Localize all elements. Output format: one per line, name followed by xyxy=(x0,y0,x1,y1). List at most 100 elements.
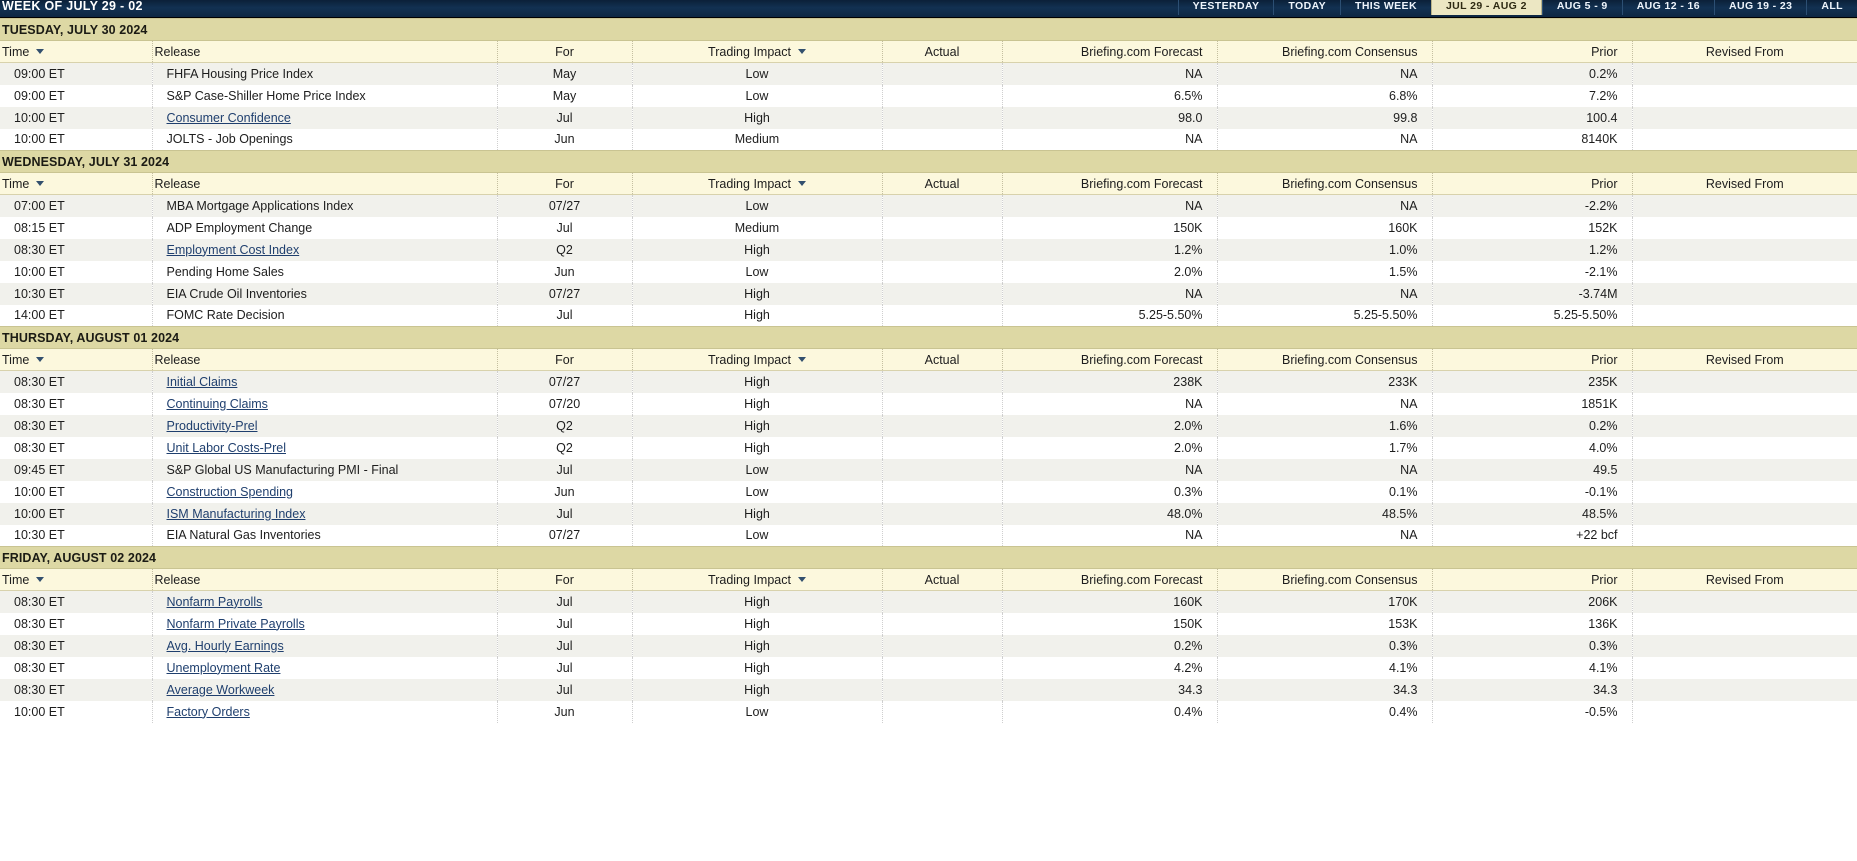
day-header-row: WEDNESDAY, JULY 31 2024 xyxy=(0,150,1857,173)
chevron-down-icon[interactable] xyxy=(36,576,45,582)
release-link[interactable]: Unit Labor Costs-Prel xyxy=(167,441,287,455)
release-link[interactable]: Productivity-Prel xyxy=(167,419,258,433)
column-header-time[interactable]: Time xyxy=(0,172,153,195)
release-link[interactable]: Initial Claims xyxy=(167,375,238,389)
chevron-down-icon[interactable] xyxy=(797,576,806,582)
cell-release[interactable]: Employment Cost Index xyxy=(152,238,498,261)
cell-forecast: 4.2% xyxy=(1002,656,1218,679)
cell-actual xyxy=(882,612,1003,635)
cell-for: Jul xyxy=(497,106,633,129)
table-row: 10:30 ET EIA Crude Oil Inventories 07/27 Hi… xyxy=(0,282,1857,305)
cell-consensus: NA xyxy=(1217,524,1433,547)
day-header-row: FRIDAY, AUGUST 02 2024 xyxy=(0,546,1857,569)
cell-consensus: NA xyxy=(1217,128,1433,151)
cell-actual xyxy=(882,260,1003,283)
cell-release[interactable]: Initial Claims xyxy=(152,370,498,393)
column-header-impact[interactable]: Trading Impact xyxy=(632,172,883,195)
release-link[interactable]: Consumer Confidence xyxy=(167,111,291,125)
cell-time: 14:00 ET xyxy=(0,304,153,327)
cell-release[interactable]: Factory Orders xyxy=(152,700,498,723)
cell-prior: 0.2% xyxy=(1432,414,1633,437)
chevron-down-icon[interactable] xyxy=(36,356,45,362)
cell-time: 09:00 ET xyxy=(0,62,153,85)
column-header-time[interactable]: Time xyxy=(0,40,153,63)
cell-consensus: 233K xyxy=(1217,370,1433,393)
release-link[interactable]: Construction Spending xyxy=(167,485,293,499)
table-row: 08:15 ET ADP Employment Change Jul Medium 15… xyxy=(0,216,1857,239)
cell-revised xyxy=(1632,436,1857,459)
table-row: 10:30 ET EIA Natural Gas Inventories 07/27… xyxy=(0,524,1857,547)
cell-release[interactable]: Average Workweek xyxy=(152,678,498,701)
column-header-revised: Revised From xyxy=(1632,172,1857,195)
cell-actual xyxy=(882,458,1003,481)
column-header-impact[interactable]: Trading Impact xyxy=(632,568,883,591)
cell-time: 10:30 ET xyxy=(0,282,153,305)
day-header-label: WEDNESDAY, JULY 31 2024 xyxy=(0,150,1857,173)
cell-release[interactable]: ISM Manufacturing Index xyxy=(152,502,498,525)
chevron-down-icon[interactable] xyxy=(36,48,45,54)
cell-actual xyxy=(882,502,1003,525)
chevron-down-icon[interactable] xyxy=(36,180,45,186)
release-link[interactable]: Average Workweek xyxy=(167,683,275,697)
cell-actual xyxy=(882,634,1003,657)
cell-actual xyxy=(882,370,1003,393)
column-header-impact[interactable]: Trading Impact xyxy=(632,348,883,371)
cell-release[interactable]: Avg. Hourly Earnings xyxy=(152,634,498,657)
cell-release[interactable]: Consumer Confidence xyxy=(152,106,498,129)
column-header-prior: Prior xyxy=(1432,568,1633,591)
cell-prior: -2.1% xyxy=(1432,260,1633,283)
column-header-row: Time Release For Trading Impact Actual Briefi… xyxy=(0,568,1857,591)
nav-week-4[interactable]: AUG 5 - 9 xyxy=(1541,0,1622,15)
cell-forecast: 34.3 xyxy=(1002,678,1218,701)
cell-consensus: 170K xyxy=(1217,590,1433,613)
cell-prior: 49.5 xyxy=(1432,458,1633,481)
nav-week-2[interactable]: THIS WEEK xyxy=(1340,0,1431,15)
chevron-down-icon[interactable] xyxy=(797,356,806,362)
column-header-time[interactable]: Time xyxy=(0,568,153,591)
cell-actual xyxy=(882,590,1003,613)
nav-week-1[interactable]: TODAY xyxy=(1273,0,1340,15)
release-link[interactable]: Nonfarm Payrolls xyxy=(167,595,263,609)
nav-week-7[interactable]: ALL xyxy=(1806,0,1857,15)
nav-week-5[interactable]: AUG 12 - 16 xyxy=(1621,0,1714,15)
cell-impact: High xyxy=(632,436,883,459)
cell-release[interactable]: Unit Labor Costs-Prel xyxy=(152,436,498,459)
cell-release[interactable]: Productivity-Prel xyxy=(152,414,498,437)
release-link[interactable]: Nonfarm Private Payrolls xyxy=(167,617,305,631)
chevron-down-icon[interactable] xyxy=(797,180,806,186)
cell-impact: High xyxy=(632,612,883,635)
column-header-row: Time Release For Trading Impact Actual Briefi… xyxy=(0,40,1857,63)
nav-week-0[interactable]: YESTERDAY xyxy=(1177,0,1274,15)
cell-actual xyxy=(882,436,1003,459)
column-header-consensus: Briefing.com Consensus xyxy=(1217,348,1433,371)
chevron-down-icon[interactable] xyxy=(797,48,806,54)
release-link[interactable]: Avg. Hourly Earnings xyxy=(167,639,284,653)
cell-prior: 4.1% xyxy=(1432,656,1633,679)
release-link[interactable]: Unemployment Rate xyxy=(167,661,281,675)
cell-forecast: 5.25-5.50% xyxy=(1002,304,1218,327)
release-link[interactable]: Employment Cost Index xyxy=(167,243,300,257)
column-header-time[interactable]: Time xyxy=(0,348,153,371)
table-row: 14:00 ET FOMC Rate Decision Jul High 5.25-5.… xyxy=(0,304,1857,327)
cell-actual xyxy=(882,106,1003,129)
cell-release[interactable]: Nonfarm Payrolls xyxy=(152,590,498,613)
release-link[interactable]: ISM Manufacturing Index xyxy=(167,507,306,521)
cell-for: Jul xyxy=(497,216,633,239)
release-link[interactable]: Continuing Claims xyxy=(167,397,268,411)
cell-release[interactable]: Nonfarm Private Payrolls xyxy=(152,612,498,635)
column-header-row: Time Release For Trading Impact Actual Briefi… xyxy=(0,348,1857,371)
cell-release[interactable]: Construction Spending xyxy=(152,480,498,503)
cell-consensus: 99.8 xyxy=(1217,106,1433,129)
cell-impact: High xyxy=(632,282,883,305)
release-link[interactable]: Factory Orders xyxy=(167,705,250,719)
nav-week-3[interactable]: JUL 29 - AUG 2 xyxy=(1430,0,1542,15)
cell-release: EIA Crude Oil Inventories xyxy=(152,282,498,305)
column-header-row: Time Release For Trading Impact Actual Briefi… xyxy=(0,172,1857,195)
cell-release[interactable]: Continuing Claims xyxy=(152,392,498,415)
day-header-label: THURSDAY, AUGUST 01 2024 xyxy=(0,326,1857,349)
column-header-impact[interactable]: Trading Impact xyxy=(632,40,883,63)
day-header-label: TUESDAY, JULY 30 2024 xyxy=(0,18,1857,41)
cell-impact: High xyxy=(632,392,883,415)
nav-week-6[interactable]: AUG 19 - 23 xyxy=(1714,0,1806,15)
cell-release[interactable]: Unemployment Rate xyxy=(152,656,498,679)
